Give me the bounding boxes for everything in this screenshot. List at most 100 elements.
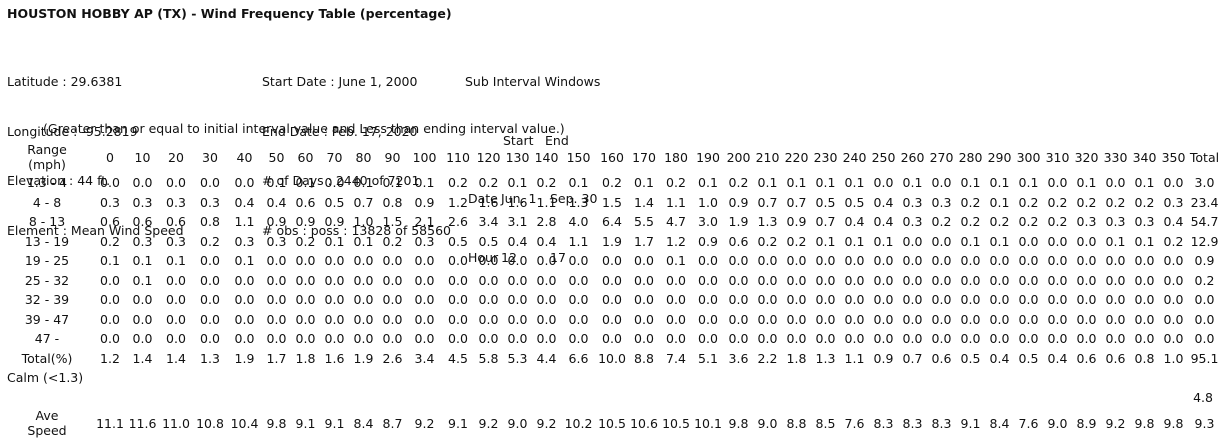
frequency-cell: 0.1 bbox=[1134, 175, 1155, 191]
frequency-cell: 0.2 bbox=[960, 214, 981, 230]
frequency-cell: 0.7 bbox=[757, 194, 778, 210]
frequency-cell: 0.0 bbox=[634, 331, 654, 347]
ave-speed-cell: 11.0 bbox=[162, 415, 190, 431]
frequency-cell: 0.1 bbox=[815, 175, 836, 191]
frequency-cell: 0.0 bbox=[295, 272, 316, 288]
frequency-cell: 0.0 bbox=[1018, 311, 1039, 327]
frequency-cell: 0.1 bbox=[844, 175, 865, 191]
frequency-cell: 0.0 bbox=[815, 292, 836, 308]
frequency-cell: 0.0 bbox=[1105, 253, 1126, 269]
frequency-cell: 0.1 bbox=[100, 253, 120, 269]
direction-header: 150 bbox=[566, 149, 591, 165]
direction-header: 270 bbox=[929, 149, 954, 165]
frequency-cell: 0.0 bbox=[507, 253, 528, 269]
frequency-cell: 0.2 bbox=[1018, 214, 1039, 230]
frequency-cell: 0.0 bbox=[324, 253, 345, 269]
frequency-cell: 0.0 bbox=[1134, 311, 1155, 327]
frequency-cell: 2.6 bbox=[448, 214, 468, 230]
frequency-cell: 0.0 bbox=[200, 311, 220, 327]
frequency-cell: 0.0 bbox=[902, 253, 923, 269]
frequency-cell: 0.2 bbox=[1163, 233, 1184, 249]
column-total: 1.7 bbox=[266, 350, 287, 366]
frequency-cell: 0.0 bbox=[414, 331, 435, 347]
frequency-cell: 0.0 bbox=[536, 253, 557, 269]
table-row: 25 - 32 0.0 0.1 0.0 0.0 0.0 0.0 0.0 0.0 0.0 0.0 0.0… bbox=[0, 271, 1221, 291]
column-total: 3.4 bbox=[414, 350, 435, 366]
start-date: Start Date : June 1, 2000 bbox=[262, 74, 418, 89]
frequency-cell: 0.0 bbox=[1047, 253, 1068, 269]
frequency-cell: 0.0 bbox=[200, 175, 220, 191]
range-label: 1.3 - 4 bbox=[26, 175, 68, 191]
column-total: 2.2 bbox=[757, 350, 778, 366]
frequency-cell: 0.0 bbox=[295, 331, 316, 347]
direction-header: 230 bbox=[813, 149, 838, 165]
frequency-cell: 0.0 bbox=[989, 292, 1010, 308]
frequency-cell: 0.0 bbox=[1018, 292, 1039, 308]
direction-header: 340 bbox=[1132, 149, 1157, 165]
column-total: 2.6 bbox=[382, 350, 403, 366]
frequency-cell: 0.5 bbox=[448, 233, 468, 249]
frequency-cell: 0.0 bbox=[989, 311, 1010, 327]
frequency-cell: 0.0 bbox=[568, 331, 589, 347]
table-row: 39 - 47 0.0 0.0 0.0 0.0 0.0 0.0 0.0 0.0 0.0 0.0 0.0… bbox=[0, 310, 1221, 330]
frequency-cell: 0.0 bbox=[757, 253, 778, 269]
frequency-cell: 0.0 bbox=[666, 311, 686, 327]
ave-speed-cell: 8.8 bbox=[786, 415, 807, 431]
frequency-cell: 0.0 bbox=[815, 331, 836, 347]
range-label: 32 - 39 bbox=[24, 292, 70, 308]
frequency-cell: 1.9 bbox=[728, 214, 749, 230]
column-total: 10.0 bbox=[598, 350, 626, 366]
row-total: 0.9 bbox=[1194, 253, 1215, 269]
frequency-cell: 0.0 bbox=[234, 292, 255, 308]
frequency-cell: 0.0 bbox=[1018, 272, 1039, 288]
frequency-cell: 0.0 bbox=[815, 253, 836, 269]
range-label: 4 - 8 bbox=[32, 194, 62, 210]
row-total: 0.0 bbox=[1194, 292, 1215, 308]
frequency-cell: 0.3 bbox=[234, 233, 255, 249]
page-title: HOUSTON HOBBY AP (TX) - Wind Frequency T… bbox=[7, 6, 452, 21]
column-total: 0.7 bbox=[902, 350, 923, 366]
frequency-cell: 0.0 bbox=[353, 292, 374, 308]
frequency-cell: 0.0 bbox=[478, 253, 499, 269]
ave-speed-cell: 9.8 bbox=[1163, 415, 1184, 431]
ave-speed-cell: 9.1 bbox=[295, 415, 316, 431]
direction-header: 250 bbox=[871, 149, 896, 165]
frequency-cell: 0.9 bbox=[786, 214, 807, 230]
column-total: 3.6 bbox=[728, 350, 749, 366]
frequency-cell: 0.0 bbox=[873, 331, 894, 347]
ave-speed-cell: 9.1 bbox=[448, 415, 468, 431]
frequency-cell: 0.1 bbox=[989, 233, 1010, 249]
frequency-cell: 0.7 bbox=[815, 214, 836, 230]
frequency-cell: 0.3 bbox=[1105, 214, 1126, 230]
frequency-cell: 0.2 bbox=[200, 233, 220, 249]
frequency-cell: 0.1 bbox=[815, 233, 836, 249]
frequency-cell: 0.0 bbox=[931, 253, 952, 269]
frequency-cell: 0.0 bbox=[100, 292, 120, 308]
ave-speed-cell: 10.1 bbox=[694, 415, 722, 431]
column-total: 4.5 bbox=[448, 350, 468, 366]
frequency-cell: 1.3 bbox=[568, 194, 589, 210]
frequency-cell: 0.1 bbox=[266, 175, 287, 191]
frequency-cell: 0.4 bbox=[1163, 214, 1184, 230]
ave-speed-cell: 7.6 bbox=[844, 415, 865, 431]
frequency-cell: 0.0 bbox=[478, 272, 499, 288]
frequency-cell: 0.0 bbox=[844, 253, 865, 269]
frequency-cell: 0.1 bbox=[666, 253, 686, 269]
frequency-cell: 2.8 bbox=[536, 214, 557, 230]
direction-header: 60 bbox=[297, 149, 314, 165]
frequency-cell: 0.0 bbox=[166, 272, 186, 288]
frequency-cell: 0.0 bbox=[989, 272, 1010, 288]
ave-speed-cell: 9.2 bbox=[478, 415, 499, 431]
calm-label: Calm (<1.3) bbox=[7, 370, 84, 386]
grand-total: 95.1 bbox=[1190, 350, 1219, 366]
frequency-cell: 0.0 bbox=[931, 175, 952, 191]
frequency-cell: 0.0 bbox=[1105, 331, 1126, 347]
frequency-cell: 0.0 bbox=[132, 292, 153, 308]
frequency-cell: 1.4 bbox=[634, 194, 654, 210]
frequency-cell: 0.2 bbox=[100, 233, 120, 249]
frequency-cell: 0.0 bbox=[873, 272, 894, 288]
frequency-cell: 0.0 bbox=[1105, 292, 1126, 308]
frequency-cell: 0.0 bbox=[100, 175, 120, 191]
ave-speed-cell: 8.7 bbox=[382, 415, 403, 431]
frequency-cell: 0.0 bbox=[960, 311, 981, 327]
